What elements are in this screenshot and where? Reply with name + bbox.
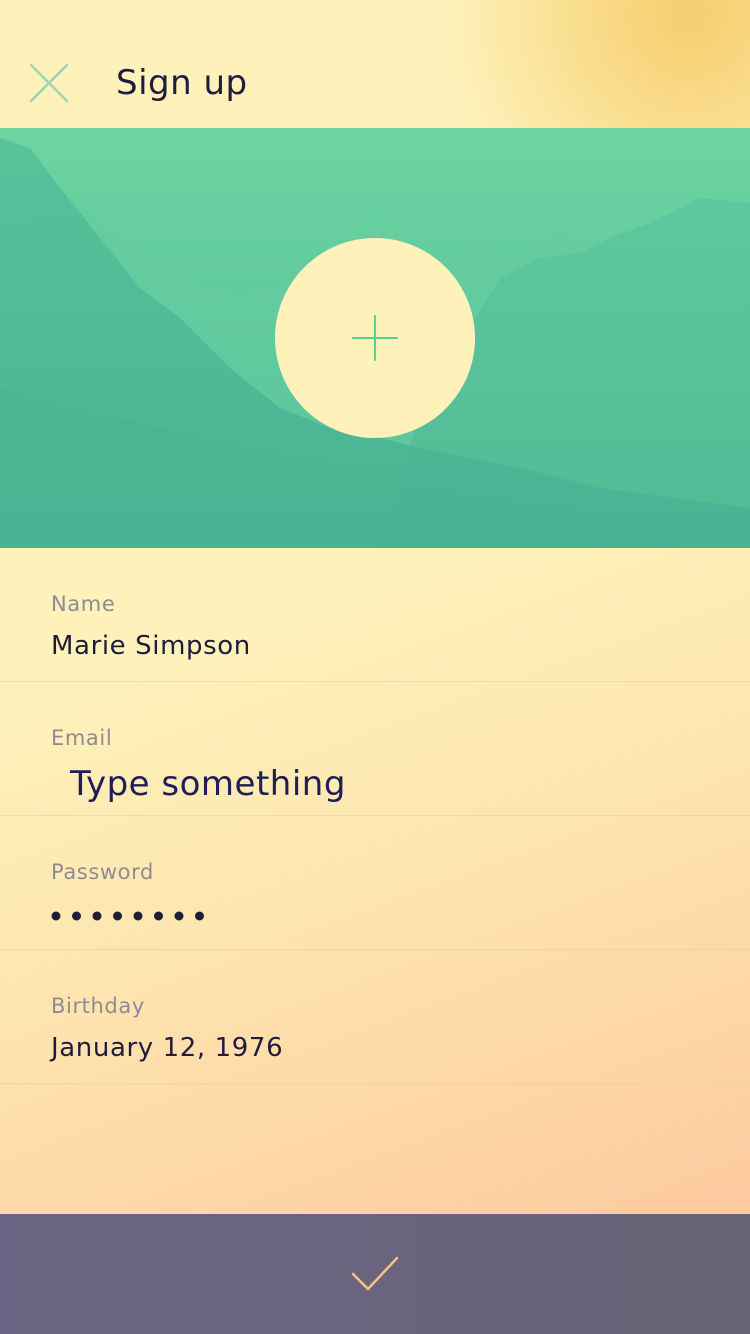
password-input[interactable] <box>51 908 211 924</box>
password-dot <box>174 911 184 921</box>
password-dot <box>133 911 143 921</box>
close-icon <box>29 63 69 103</box>
password-dot <box>72 911 81 921</box>
cover-photo <box>0 128 750 548</box>
password-dot <box>92 911 102 921</box>
checkmark-icon <box>351 1256 399 1291</box>
name-field[interactable]: Name Marie Simpson <box>0 548 750 682</box>
password-field[interactable]: Password <box>0 816 750 950</box>
email-label: Email <box>51 726 113 750</box>
app-header: Sign up <box>0 0 750 128</box>
password-dot <box>51 911 61 921</box>
signup-form: Name Marie Simpson Email Password Birthd… <box>0 548 750 1084</box>
email-input[interactable]: Type something <box>70 762 346 806</box>
name-label: Name <box>51 592 116 616</box>
password-dot <box>154 911 163 921</box>
close-button[interactable] <box>24 58 74 108</box>
add-photo-button[interactable] <box>275 238 475 438</box>
birthday-label: Birthday <box>51 994 145 1018</box>
submit-button[interactable] <box>0 1214 750 1334</box>
password-dot <box>113 911 122 921</box>
birthday-value: January 12, 1976 <box>51 1033 284 1063</box>
password-mask <box>51 911 204 921</box>
birthday-field[interactable]: Birthday January 12, 1976 <box>0 950 750 1084</box>
password-dot <box>195 911 204 921</box>
page-title: Sign up <box>116 63 248 103</box>
plus-icon <box>352 315 398 361</box>
password-label: Password <box>51 860 154 884</box>
name-value: Marie Simpson <box>51 631 251 661</box>
